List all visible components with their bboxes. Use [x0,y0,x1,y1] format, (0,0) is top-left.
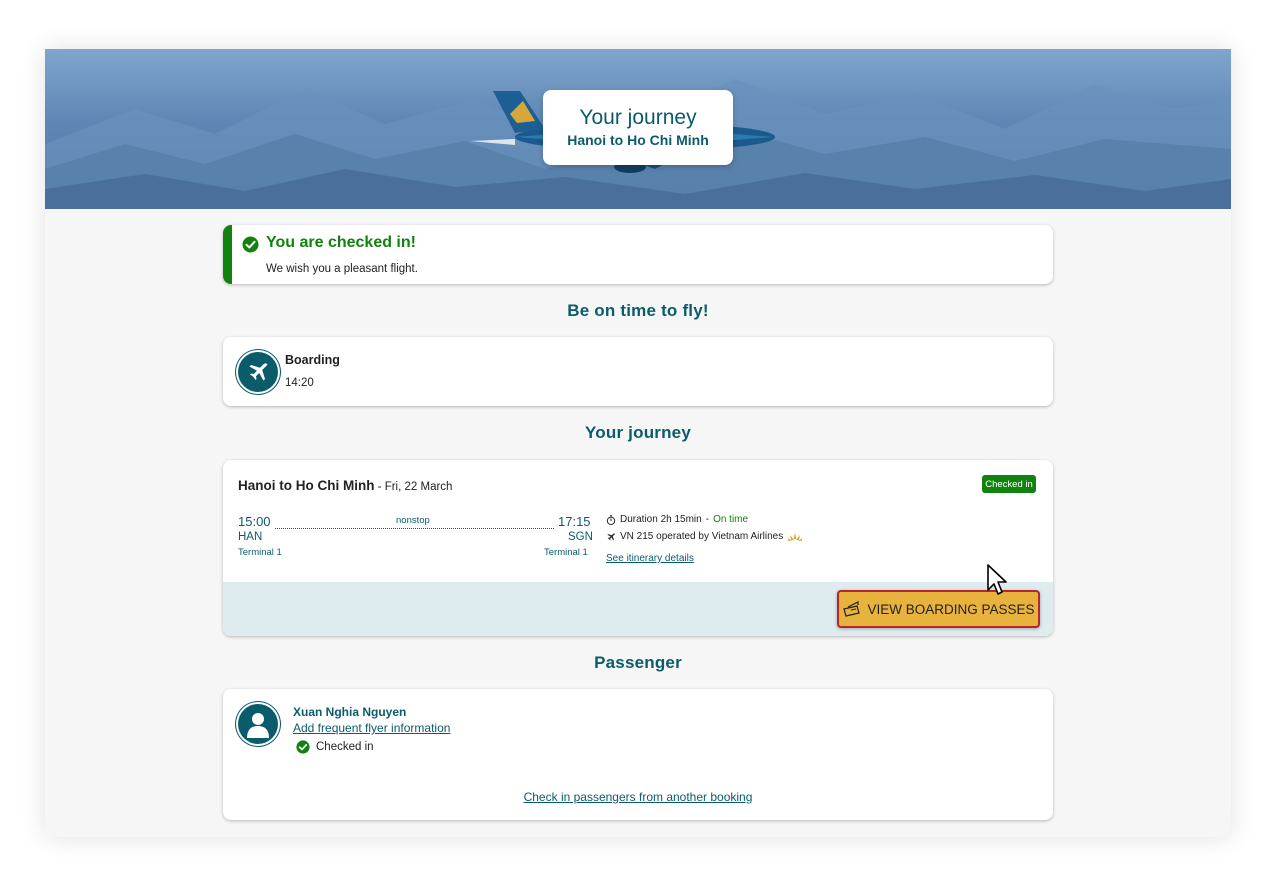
page-frame: Your journey Hanoi to Ho Chi Minh You ar… [45,49,1231,837]
duration-label: Duration 2h 15min [620,514,702,525]
check-circle-icon [296,740,310,754]
stopwatch-icon [606,514,616,525]
status-message: We wish you a pleasant flight. [266,263,418,275]
plane-small-icon [607,532,615,541]
arrival-terminal: Terminal 1 [544,547,588,558]
boarding-pass-icon [843,601,861,617]
arrival-code: SGN [568,531,593,543]
checkin-status-card: You are checked in! We wish you a pleasa… [223,225,1053,284]
boarding-time: 14:20 [285,377,314,389]
passenger-status: Checked in [296,740,374,754]
stops-label: nonstop [396,515,430,526]
passenger-card: Xuan Nghia Nguyen Add frequent flyer inf… [223,689,1053,820]
departure-terminal: Terminal 1 [238,547,282,558]
status-badge: Checked in [982,475,1036,493]
flight-status: On time [713,514,749,525]
check-circle-icon [242,236,259,253]
hero-title-card: Your journey Hanoi to Ho Chi Minh [543,90,733,165]
section-title-journey: Your journey [585,423,691,442]
section-title-on-time: Be on time to fly! [567,301,709,320]
journey-date: - Fri, 22 March [374,481,453,493]
route-name: Hanoi to Ho Chi Minh [238,478,375,493]
flight-number-operator: VN 215 operated by Vietnam Airlines [620,531,784,542]
vietnam-airlines-lotus-icon [787,532,803,541]
journey-card: Hanoi to Ho Chi Minh - Fri, 22 March Che… [223,460,1053,636]
view-boarding-passes-label: VIEW BOARDING PASSES [867,601,1035,617]
duration-row: Duration 2h 15min - On time [606,514,748,525]
hero-subtitle: Hanoi to Ho Chi Minh [567,132,709,148]
add-frequent-flyer-link[interactable]: Add frequent flyer information [293,721,450,735]
section-title-passenger: Passenger [594,653,682,672]
departure-code: HAN [238,531,263,543]
route-line [275,528,554,529]
status-accent-bar [223,225,232,284]
check-in-other-booking-link[interactable]: Check in passengers from another booking [524,790,753,804]
person-avatar-icon [238,704,278,744]
arrival-time: 17:15 [558,514,591,529]
duration-separator: - [705,514,710,525]
hero-banner: Your journey Hanoi to Ho Chi Minh [45,49,1231,209]
boarding-card: Boarding 14:20 [223,337,1053,406]
flight-row: VN 215 operated by Vietnam Airlines [606,531,803,542]
hero-title: Your journey [579,106,697,129]
other-booking-row: Check in passengers from another booking [223,790,1053,804]
journey-route: Hanoi to Ho Chi Minh - Fri, 22 March [238,478,452,493]
boarding-label: Boarding [285,353,340,367]
status-title: You are checked in! [266,234,416,251]
passenger-name: Xuan Nghia Nguyen [293,705,407,719]
mouse-cursor-icon [987,564,1007,595]
itinerary-details-link[interactable]: See itinerary details [606,553,694,564]
departure-time: 15:00 [238,514,271,529]
airplane-icon [238,352,278,392]
passenger-status-label: Checked in [316,741,374,753]
